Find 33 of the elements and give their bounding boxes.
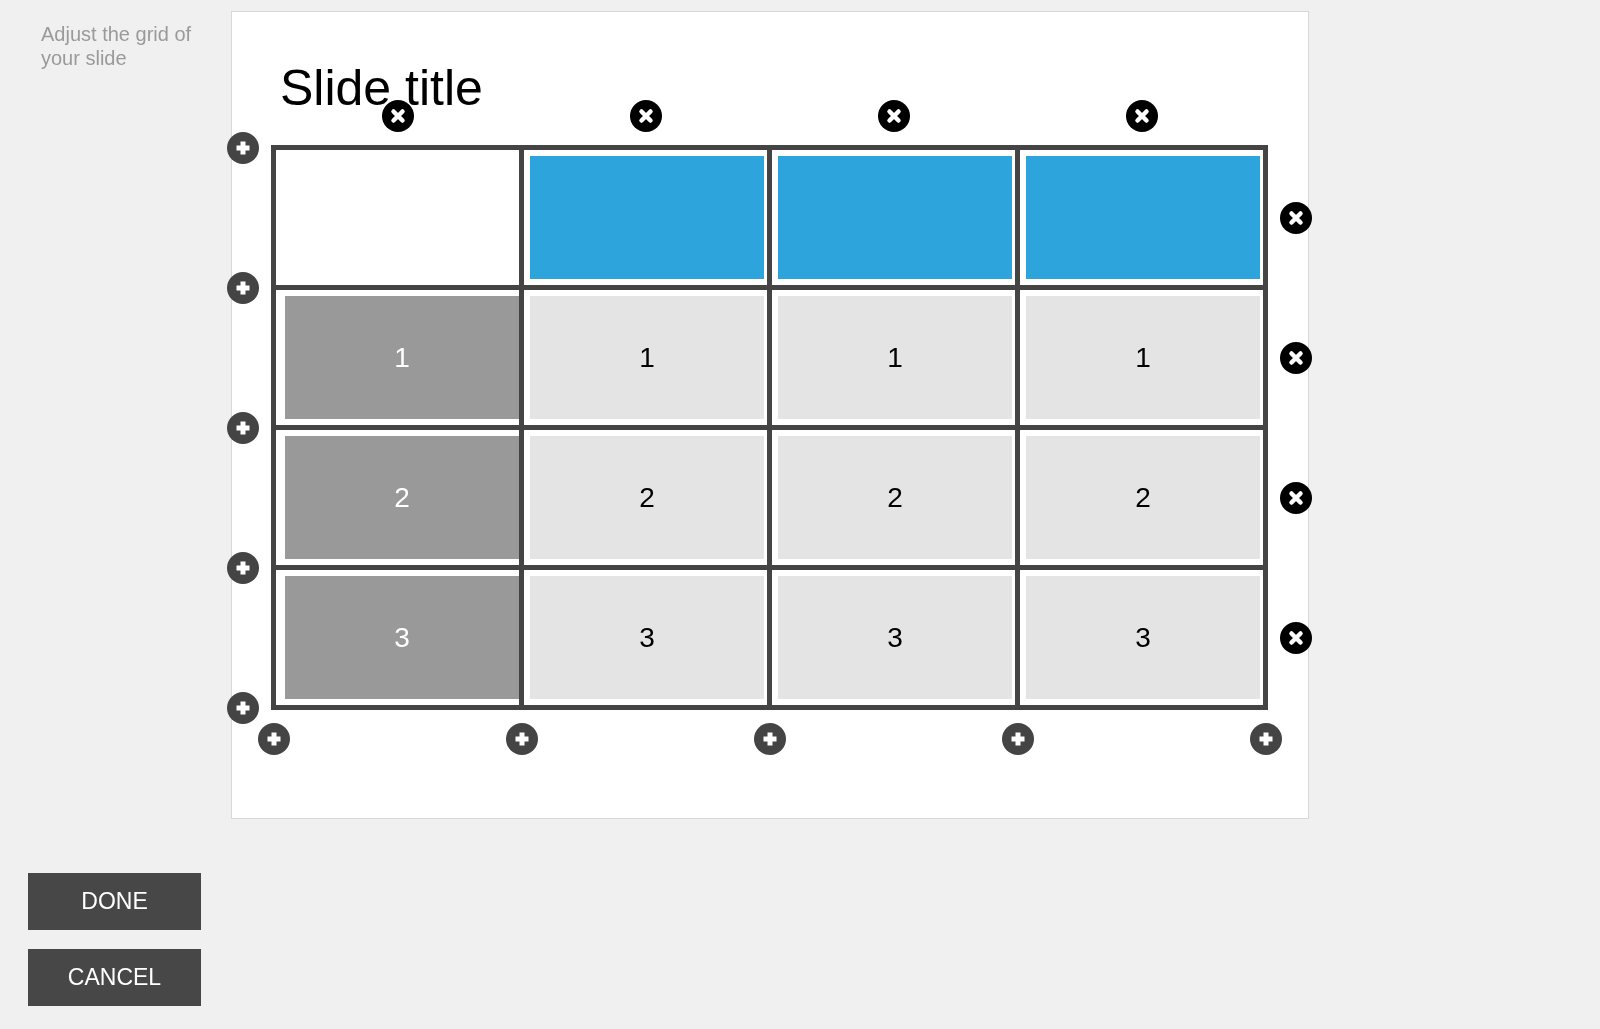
close-icon[interactable] [1280, 201, 1312, 234]
close-icon[interactable] [629, 100, 662, 132]
close-icon[interactable] [1125, 100, 1158, 132]
row-label-cell: 3 [285, 576, 519, 699]
close-icon[interactable] [877, 100, 910, 132]
plus-icon[interactable] [257, 723, 290, 755]
instruction-text: Adjust the grid of your slide [41, 22, 193, 70]
plus-icon[interactable] [753, 723, 786, 755]
row-label-cell: 1 [285, 296, 519, 419]
table-cell: 2 [1026, 436, 1260, 559]
close-icon[interactable] [1280, 621, 1312, 654]
plus-icon[interactable] [1001, 723, 1034, 755]
table-cell: 1 [1026, 296, 1260, 419]
plus-icon[interactable] [1249, 723, 1282, 755]
close-icon[interactable] [1280, 341, 1312, 374]
table-cell: 1 [530, 296, 764, 419]
close-icon[interactable] [1280, 481, 1312, 514]
cancel-button[interactable]: CANCEL [28, 949, 201, 1006]
table-cell: 2 [530, 436, 764, 559]
plus-icon[interactable] [227, 411, 259, 444]
done-button[interactable]: DONE [28, 873, 201, 930]
table-cell: 3 [778, 576, 1012, 699]
table-cell: 1 [778, 296, 1012, 419]
table-cell: 3 [530, 576, 764, 699]
slide-title: Slide title [280, 60, 483, 116]
plus-icon[interactable] [227, 131, 259, 164]
table-cell: 2 [778, 436, 1012, 559]
plus-icon[interactable] [227, 271, 259, 304]
row-label-cell: 2 [285, 436, 519, 559]
table-cell: 3 [1026, 576, 1260, 699]
plus-icon[interactable] [227, 691, 259, 724]
plus-icon[interactable] [505, 723, 538, 755]
plus-icon[interactable] [227, 551, 259, 584]
